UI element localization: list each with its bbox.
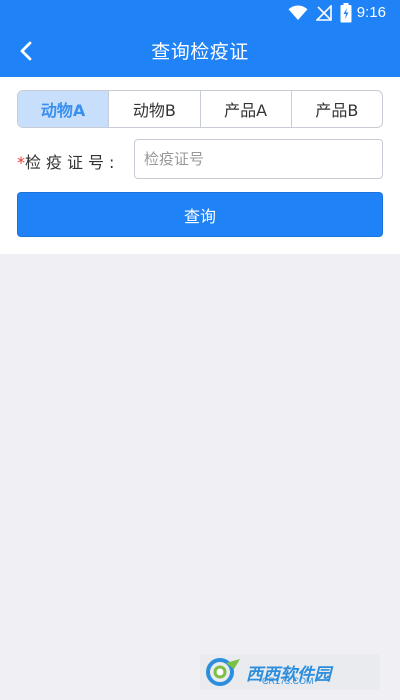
query-button[interactable]: 查询	[17, 192, 383, 237]
watermark-url: CR173.COM	[262, 676, 314, 686]
category-tabs: 动物A 动物B 产品A 产品B	[17, 90, 383, 128]
page-title: 查询检疫证	[151, 41, 249, 63]
tab-product-a[interactable]: 产品A	[201, 91, 292, 127]
wifi-icon	[288, 5, 308, 21]
app-header: 9:16 查询检疫证	[0, 0, 400, 77]
battery-charging-icon	[340, 3, 352, 23]
query-card: 动物A 动物B 产品A 产品B *检疫证号: 查询	[0, 77, 400, 254]
tab-animal-b[interactable]: 动物B	[109, 91, 201, 127]
watermark: 西西软件园 CR173.COM	[200, 654, 380, 690]
cert-number-row: *检疫证号:	[17, 139, 383, 179]
cert-number-input[interactable]	[134, 139, 383, 179]
status-time: 9:16	[356, 4, 386, 21]
watermark-logo-icon	[206, 658, 240, 686]
status-bar: 9:16	[0, 0, 400, 27]
cert-number-label-text: 检疫证号:	[25, 153, 120, 172]
no-signal-icon	[316, 5, 332, 21]
tab-animal-a[interactable]: 动物A	[18, 91, 110, 127]
required-mark: *	[17, 153, 25, 172]
tab-product-b[interactable]: 产品B	[292, 91, 382, 127]
cert-number-label: *检疫证号:	[17, 149, 119, 173]
